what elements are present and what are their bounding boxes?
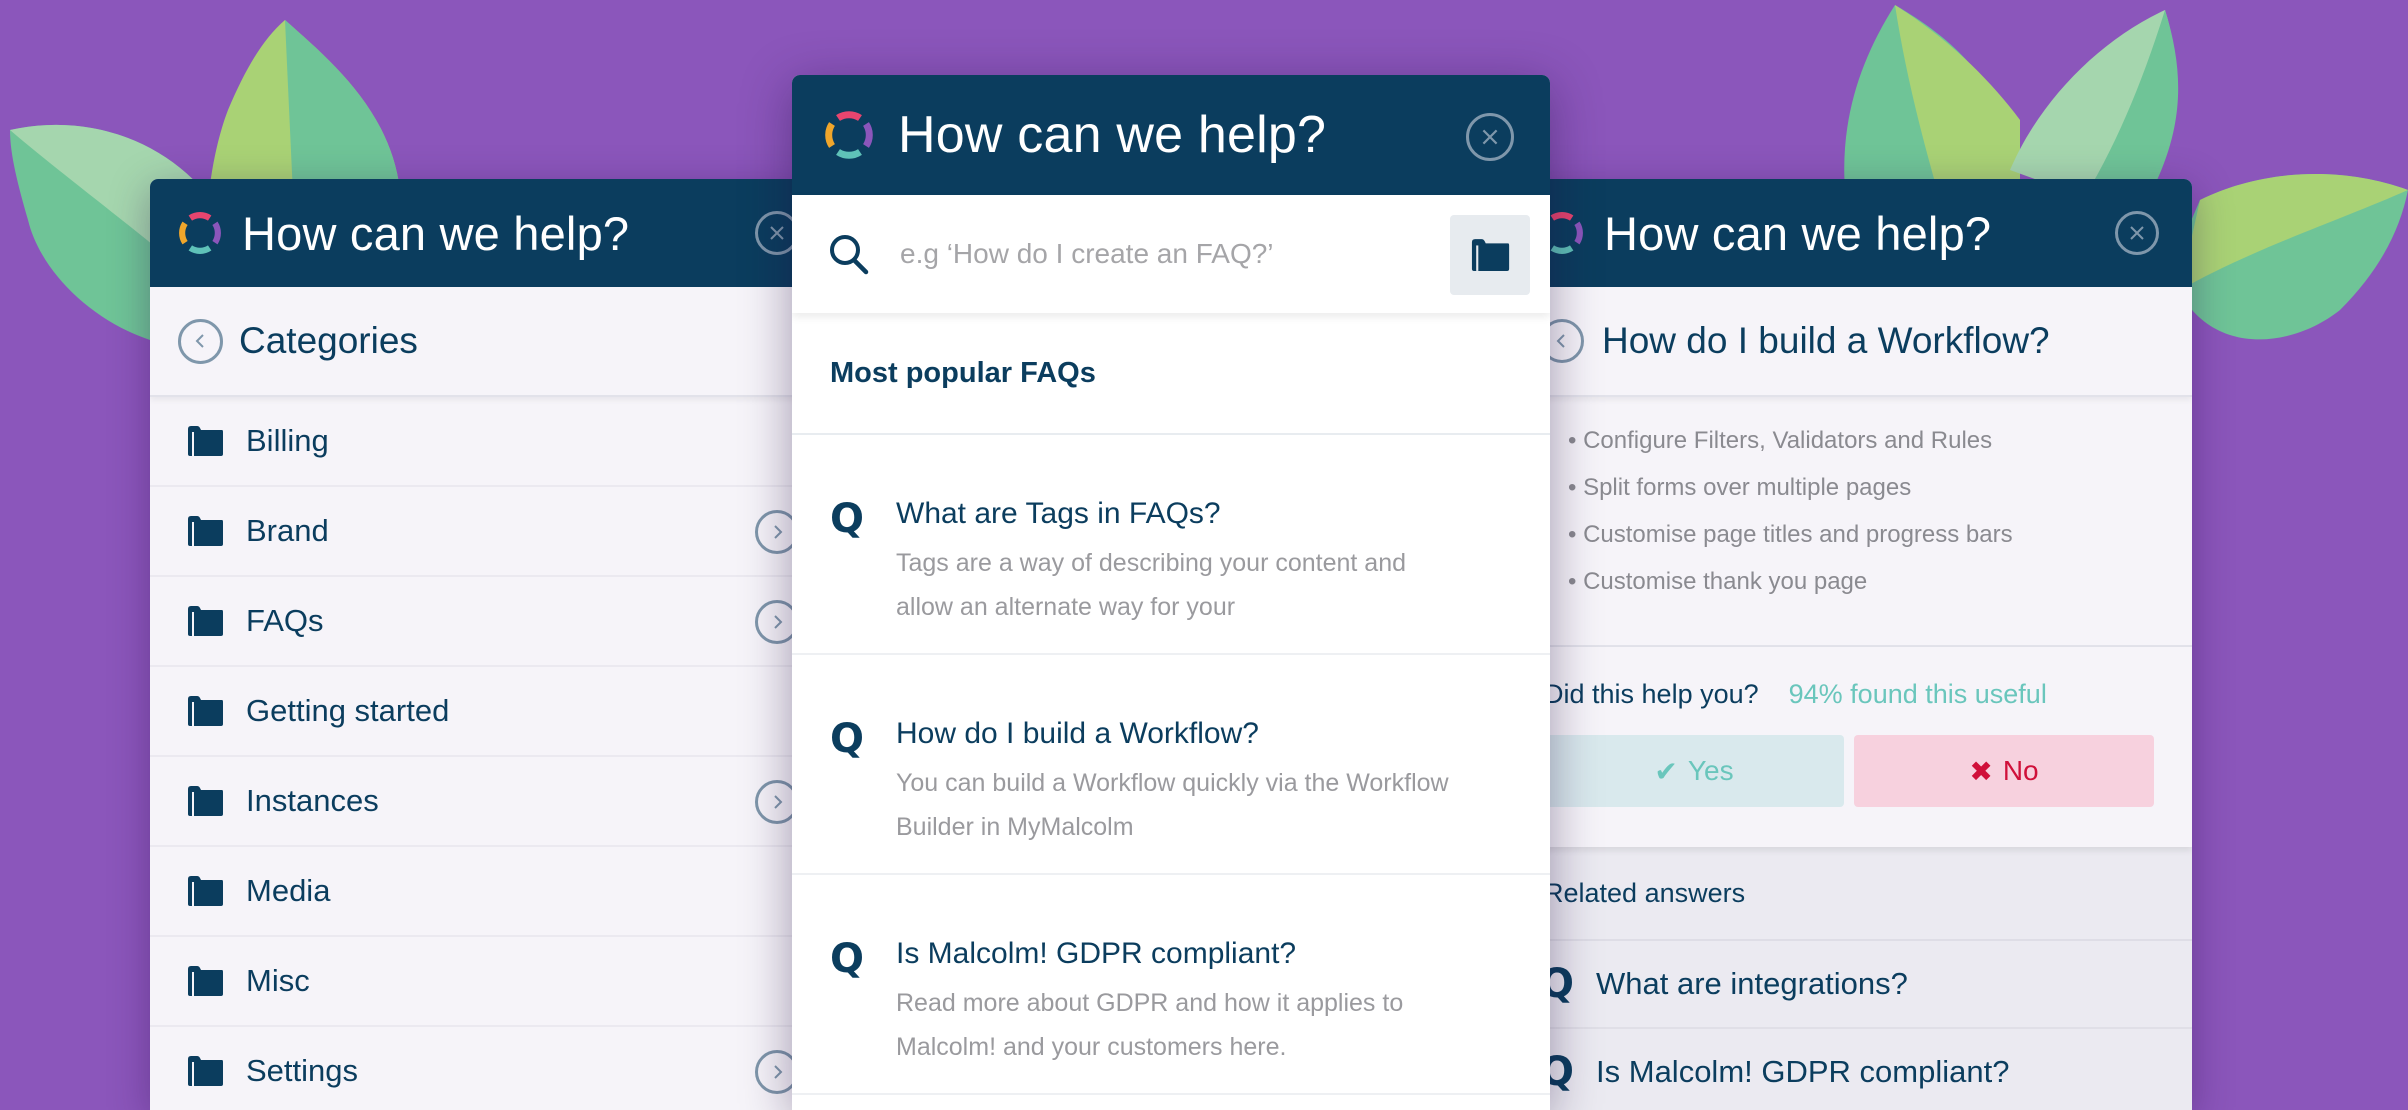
article-panel: How can we help? How do I build a Workfl… (1480, 179, 2192, 1110)
article-body: • Configure Filters, Validators and Rule… (1480, 397, 2192, 647)
feedback-stat: 94% found this useful (1788, 679, 2047, 709)
category-label: Media (246, 873, 331, 908)
yes-label: Yes (1687, 755, 1734, 786)
folder-icon (188, 876, 223, 906)
chevron-left-icon (1556, 334, 1565, 348)
faq-description: You can build a Workflow quickly via the… (896, 769, 1449, 841)
folder-icon (188, 606, 223, 636)
categories-panel: How can we help? Categories Billing Brand… (150, 179, 810, 1110)
chevron-right-icon (774, 525, 783, 539)
category-item[interactable]: Getting started (150, 667, 810, 757)
chevron-right-icon (774, 615, 783, 629)
faq-list: Q What are Tags in FAQs? Tags are a way of… (792, 435, 1550, 1095)
search-icon (830, 235, 869, 275)
folder-icon (188, 696, 223, 726)
category-label: Brand (246, 513, 329, 548)
search-bar (792, 195, 1550, 313)
article-bullet: • Customise thank you page (1568, 568, 1868, 595)
panel-header: How can we help? (792, 75, 1550, 195)
category-item[interactable]: FAQs (150, 577, 810, 667)
header-title: How can we help? (898, 106, 1327, 164)
category-item[interactable]: Misc (150, 937, 810, 1027)
search-input[interactable] (900, 238, 1420, 270)
no-label: No (2002, 755, 2039, 786)
folder-icon (188, 1056, 223, 1086)
category-item[interactable]: Brand (150, 487, 810, 577)
chevron-left-icon (195, 334, 204, 348)
question-icon: Q (830, 936, 865, 982)
check-icon: ✔ (1654, 755, 1678, 787)
back-button[interactable] (178, 318, 223, 364)
folder-icon (188, 516, 223, 546)
categories-button[interactable] (1450, 215, 1530, 295)
category-label: FAQs (246, 603, 324, 638)
faq-item[interactable]: Q Is Malcolm! GDPR compliant? Read more ab… (792, 875, 1550, 1095)
question-icon: Q (830, 496, 865, 542)
related-answer-item[interactable]: Q What are integrations? (1480, 941, 2192, 1029)
category-item[interactable]: Instances (150, 757, 810, 847)
category-label: Settings (246, 1053, 359, 1088)
help-panel: How can we help? Most popular FAQs Q What… (792, 75, 1550, 1110)
panel-header: How can we help? (150, 179, 810, 287)
close-icon (2130, 226, 2144, 240)
category-label: Getting started (246, 693, 450, 728)
folder-icon (1471, 239, 1510, 271)
category-label: Misc (246, 963, 310, 998)
faq-item[interactable]: Q How do I build a Workflow? You can build… (792, 655, 1550, 875)
category-item[interactable]: Media (150, 847, 810, 937)
article-subheader: How do I build a Workflow? (1480, 287, 2192, 397)
yes-button[interactable]: ✔ Yes (1544, 735, 1844, 807)
category-item[interactable]: Settings (150, 1027, 810, 1110)
header-title: How can we help? (1604, 206, 1992, 260)
faq-description: Read more about GDPR and how it applies … (896, 989, 1404, 1061)
categories-subheader: Categories (150, 287, 810, 397)
popular-faqs-title: Most popular FAQs (792, 313, 1550, 435)
article-bullet: • Configure Filters, Validators and Rule… (1568, 427, 1993, 454)
question-icon: Q (830, 716, 865, 762)
close-button[interactable] (2115, 211, 2159, 255)
faq-description: Tags are a way of describing your conten… (896, 549, 1407, 621)
close-icon (1482, 129, 1498, 145)
cross-icon: ✖ (1969, 755, 1993, 787)
article-title: How do I build a Workflow? (1602, 320, 2050, 361)
chevron-right-icon (774, 1065, 783, 1079)
article-bullet: • Split forms over multiple pages (1568, 474, 1912, 501)
faq-item[interactable]: Q What are Tags in FAQs? Tags are a way of… (792, 435, 1550, 655)
feedback-section: Did this help you? 94% found this useful… (1480, 647, 2192, 847)
panel-header: How can we help? (1480, 179, 2192, 287)
article-bullet: • Customise page titles and progress bar… (1568, 521, 2013, 548)
feedback-question: Did this help you? (1544, 679, 1759, 709)
faq-title: How do I build a Workflow? (896, 717, 1259, 750)
logo-icon (825, 111, 873, 159)
categories-title: Categories (239, 320, 418, 361)
faq-title: What are Tags in FAQs? (896, 497, 1221, 530)
no-button[interactable]: ✖ No (1854, 735, 2154, 807)
folder-icon (188, 426, 223, 456)
folder-icon (188, 786, 223, 816)
related-answer-label: Is Malcolm! GDPR compliant? (1596, 1054, 2010, 1089)
related-answer-label: What are integrations? (1596, 966, 1908, 1001)
category-label: Instances (246, 783, 379, 818)
close-button[interactable] (1466, 113, 1514, 161)
faq-title: Is Malcolm! GDPR compliant? (896, 937, 1297, 970)
chevron-right-icon (774, 795, 783, 809)
header-title: How can we help? (242, 206, 630, 260)
close-icon (770, 226, 784, 240)
related-answers: Related answers Q What are integrations? Q… (1480, 847, 2192, 1110)
folder-icon (188, 966, 223, 996)
related-answer-item[interactable]: Q Is Malcolm! GDPR compliant? (1480, 1029, 2192, 1110)
logo-icon (179, 212, 221, 254)
category-label: Billing (246, 423, 329, 458)
category-list: Billing Brand FAQs Getting started Instances… (150, 397, 810, 1110)
category-item[interactable]: Billing (150, 397, 810, 487)
related-title: Related answers (1480, 847, 2192, 941)
